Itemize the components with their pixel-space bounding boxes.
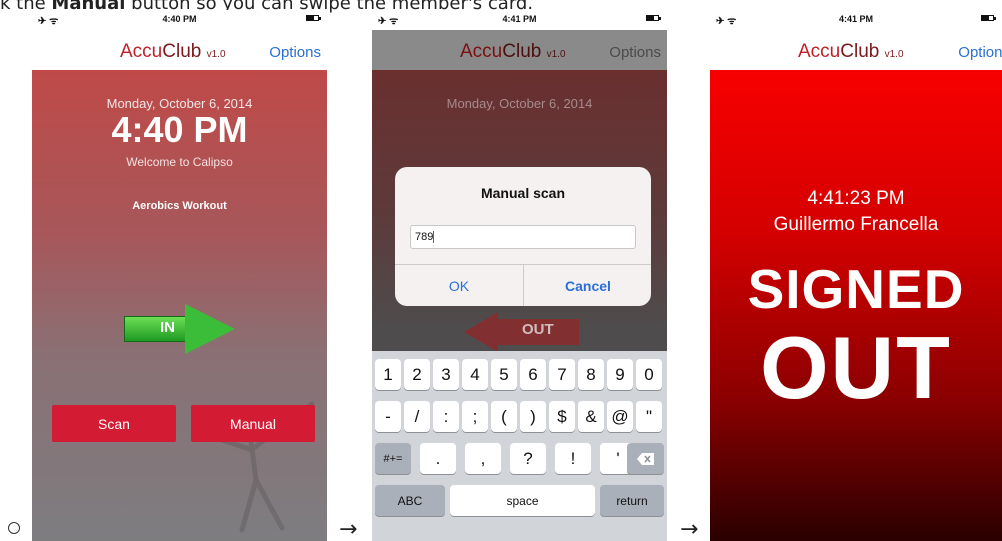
brand-club: Club (502, 41, 542, 62)
brand-accu: Accu (460, 41, 503, 62)
key-delete[interactable] (627, 443, 664, 474)
arrow-right-icon: → (680, 517, 699, 541)
key-colon[interactable]: : (433, 401, 459, 432)
nav-bar: AccuClub v1.0 Options (710, 30, 1002, 70)
member-id-value: 789 (415, 231, 434, 243)
key-abc[interactable]: ABC (375, 485, 445, 516)
key-at[interactable]: @ (607, 401, 633, 432)
in-arrow-head (185, 304, 235, 354)
brand-accu: Accu (798, 41, 841, 62)
checkin-panel: Monday, October 6, 2014 4:40 PM Welcome … (32, 70, 327, 541)
app-title: AccuClub v1.0 (460, 41, 566, 63)
phone-screen-signed-out: ✈ ᯤ 4:41 PM AccuClub v1.0 Options 4:41:2… (710, 10, 1002, 541)
out-label: OUT (760, 318, 952, 417)
workout-label: Aerobics Workout (132, 200, 227, 212)
out-arrow-label: OUT (522, 321, 554, 338)
brand-club: Club (840, 41, 880, 62)
dialog-title: Manual scan (480, 185, 566, 201)
key-5[interactable]: 5 (491, 359, 517, 390)
nav-bar: AccuClub v1.0 Options (32, 30, 327, 70)
clock-label: 4:40 PM (111, 109, 248, 150)
key-2[interactable]: 2 (404, 359, 430, 390)
key-exclamation[interactable]: ! (555, 443, 591, 474)
signed-out-panel: 4:41:23 PM Guillermo Francella SIGNED OU… (710, 70, 1002, 541)
manual-button[interactable]: Manual (191, 405, 315, 442)
manual-scan-dialog: Manual scan 789 OK Cancel (395, 167, 651, 306)
key-slash[interactable]: / (404, 401, 430, 432)
signed-label: SIGNED (747, 258, 965, 320)
status-bar: ✈ ᯤ 4:40 PM (32, 10, 327, 30)
member-id-input[interactable]: 789 (410, 225, 636, 249)
brand-club: Club (162, 41, 202, 62)
brand-accu: Accu (120, 41, 163, 62)
phone-screen-checkin: ✈ ᯤ 4:40 PM AccuClub v1.0 Options Monday… (32, 10, 327, 541)
key-comma[interactable]: , (465, 443, 501, 474)
key-symbols-toggle[interactable]: #+= (375, 443, 411, 474)
battery-icon (646, 15, 661, 21)
key-3[interactable]: 3 (433, 359, 459, 390)
key-1[interactable]: 1 (375, 359, 401, 390)
in-arrow-button[interactable]: IN (124, 304, 236, 354)
ok-button[interactable]: OK (395, 265, 523, 306)
cancel-button[interactable]: Cancel (524, 265, 651, 306)
key-7[interactable]: 7 (549, 359, 575, 390)
status-time: 4:41 PM (502, 14, 537, 24)
key-4[interactable]: 4 (462, 359, 488, 390)
key-period[interactable]: . (420, 443, 456, 474)
key-9[interactable]: 9 (607, 359, 633, 390)
key-0[interactable]: 0 (636, 359, 662, 390)
nav-bar: AccuClub v1.0 Options (372, 30, 667, 70)
numeric-keyboard: 1 2 3 4 5 6 7 8 9 0 - / : ; ( ) $ & @ " … (372, 351, 667, 541)
brand-version: v1.0 (884, 49, 904, 60)
options-button[interactable]: Options (958, 44, 1002, 61)
brand-version: v1.0 (206, 49, 226, 60)
member-name: Guillermo Francella (773, 214, 939, 235)
battery-icon (306, 15, 321, 21)
date-label: Monday, October 6, 2014 (446, 96, 593, 111)
backspace-icon (636, 452, 654, 465)
key-question[interactable]: ? (510, 443, 546, 474)
key-return[interactable]: return (600, 485, 664, 516)
out-arrow-button: OUT (464, 312, 579, 352)
status-bar: ✈ ᯤ 4:41 PM (372, 10, 667, 30)
options-button[interactable]: Options (269, 44, 321, 61)
phone-screen-manual-scan: ✈ ᯤ 4:41 PM AccuClub v1.0 Options Monday… (372, 10, 667, 541)
list-bullet-icon (8, 522, 20, 534)
key-semicolon[interactable]: ; (462, 401, 488, 432)
key-ampersand[interactable]: & (578, 401, 604, 432)
key-8[interactable]: 8 (578, 359, 604, 390)
options-button[interactable]: Options (609, 44, 661, 61)
key-hyphen[interactable]: - (375, 401, 401, 432)
in-arrow-shaft (124, 316, 186, 342)
key-6[interactable]: 6 (520, 359, 546, 390)
brand-version: v1.0 (546, 49, 566, 60)
key-quote[interactable]: " (636, 401, 662, 432)
status-bar: ✈ ᯤ 4:41 PM (710, 10, 1002, 30)
text-caret (433, 231, 435, 244)
arrow-right-icon: → (339, 517, 358, 541)
signout-time: 4:41:23 PM (807, 188, 905, 209)
app-title: AccuClub v1.0 (120, 41, 226, 63)
in-arrow-label: IN (160, 319, 175, 336)
app-title: AccuClub v1.0 (798, 41, 904, 63)
battery-icon (981, 15, 996, 21)
key-space[interactable]: space (450, 485, 595, 516)
key-close-paren[interactable]: ) (520, 401, 546, 432)
welcome-label: Welcome to Calipso (126, 155, 233, 169)
scan-button[interactable]: Scan (52, 405, 176, 442)
status-time: 4:40 PM (162, 14, 197, 24)
key-dollar[interactable]: $ (549, 401, 575, 432)
status-time: 4:41 PM (838, 14, 873, 24)
key-open-paren[interactable]: ( (491, 401, 517, 432)
out-arrow-head (464, 312, 498, 352)
